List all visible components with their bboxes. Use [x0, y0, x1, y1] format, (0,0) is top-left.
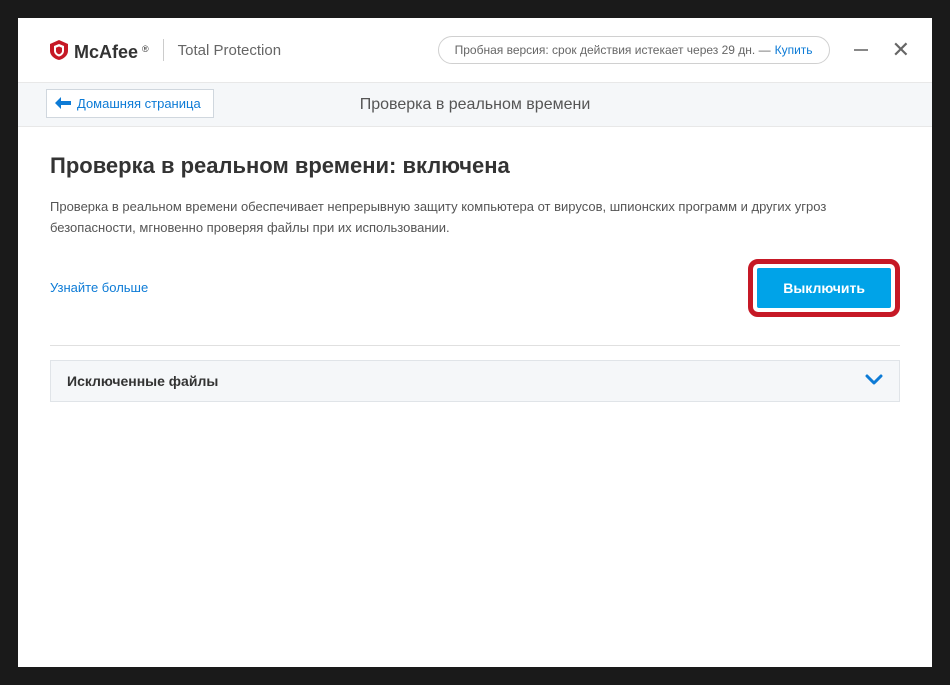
- back-label: Домашняя страница: [77, 96, 201, 111]
- app-window: McAfee ® Total Protection Пробная версия…: [18, 18, 932, 667]
- sub-header: Домашняя страница Проверка в реальном вр…: [18, 83, 932, 127]
- close-icon[interactable]: ✕: [892, 39, 910, 61]
- brand-registered: ®: [142, 44, 149, 54]
- back-home-button[interactable]: Домашняя страница: [46, 89, 214, 118]
- titlebar: McAfee ® Total Protection Пробная версия…: [18, 18, 932, 83]
- excluded-files-expander[interactable]: Исключенные файлы: [50, 360, 900, 402]
- expander-label: Исключенные файлы: [67, 373, 218, 389]
- brand-name: McAfee: [74, 42, 138, 63]
- shield-icon: [50, 40, 68, 60]
- page-title: Проверка в реальном времени: [360, 96, 591, 114]
- content-area: Проверка в реальном времени: включена Пр…: [18, 127, 932, 667]
- trial-status-pill: Пробная версия: срок действия истекает ч…: [438, 36, 830, 64]
- buy-link[interactable]: Купить: [775, 43, 813, 57]
- content-heading: Проверка в реальном времени: включена: [50, 153, 900, 179]
- product-name: Total Protection: [178, 42, 281, 59]
- content-description: Проверка в реальном времени обеспечивает…: [50, 197, 900, 239]
- action-row: Узнайте больше Выключить: [50, 259, 900, 317]
- minimize-icon[interactable]: [854, 49, 868, 51]
- disable-button[interactable]: Выключить: [757, 268, 891, 308]
- learn-more-link[interactable]: Узнайте больше: [50, 280, 148, 295]
- brand-logo: McAfee ®: [50, 38, 149, 63]
- trial-text: Пробная версия: срок действия истекает ч…: [455, 43, 771, 57]
- window-controls: ✕: [854, 39, 910, 61]
- highlight-annotation: Выключить: [748, 259, 900, 317]
- separator: [50, 345, 900, 346]
- brand-divider: [163, 39, 164, 61]
- back-arrow-icon: [55, 97, 71, 111]
- chevron-down-icon: [865, 373, 883, 389]
